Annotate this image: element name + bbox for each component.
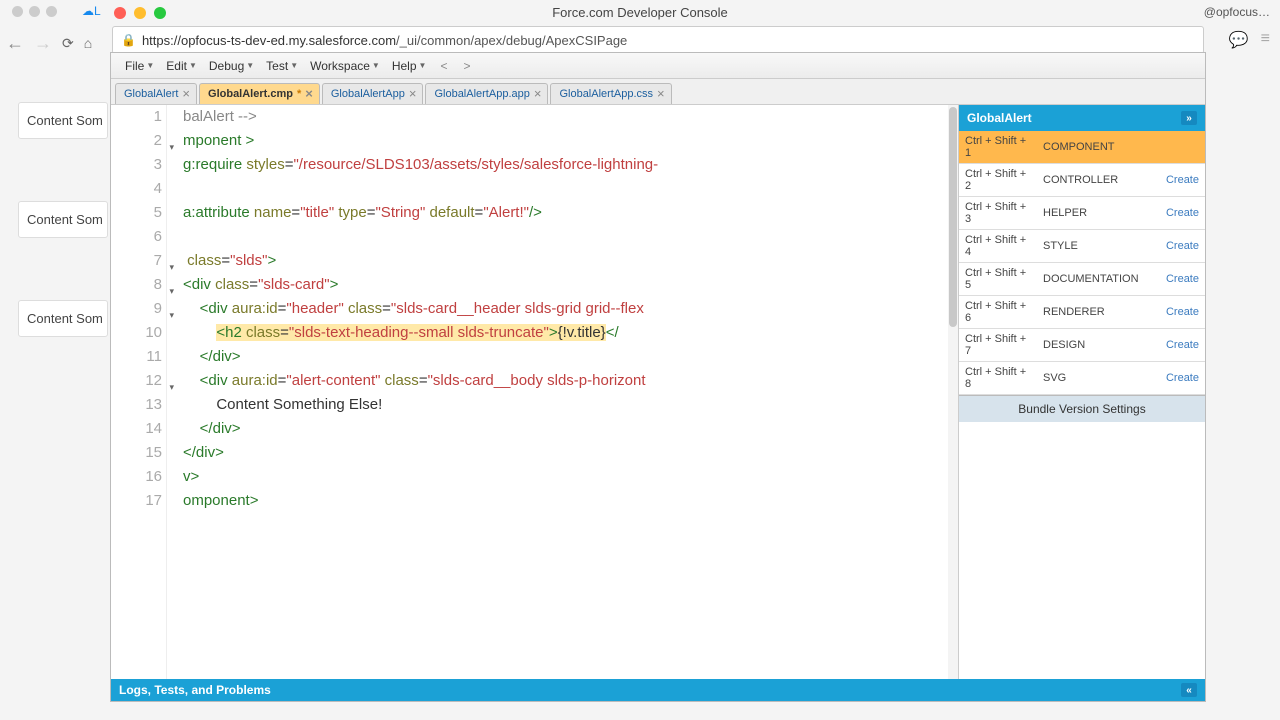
- sidebar-title: GlobalAlert: [967, 111, 1032, 125]
- background-cards: Content Som Content Som Content Som: [18, 102, 108, 399]
- tab-globalalertapp-css[interactable]: GlobalAlertApp.css×: [550, 83, 671, 104]
- scroll-thumb[interactable]: [949, 107, 957, 327]
- bundle-row[interactable]: Ctrl + Shift + 3HELPERCreate: [959, 197, 1205, 230]
- lock-icon: 🔒: [121, 33, 136, 47]
- bundle-row[interactable]: Ctrl + Shift + 8SVGCreate: [959, 362, 1205, 395]
- chat-icon[interactable]: 💬: [1229, 30, 1249, 50]
- bundle-row[interactable]: Ctrl + Shift + 7DESIGNCreate: [959, 329, 1205, 362]
- scrollbar-vertical[interactable]: [948, 105, 958, 679]
- bundle-row[interactable]: Ctrl + Shift + 1COMPONENT: [959, 131, 1205, 164]
- close-icon[interactable]: ×: [305, 89, 313, 99]
- browser-tab-right[interactable]: @opfocus…: [1204, 5, 1270, 19]
- dirty-indicator: *: [297, 88, 301, 100]
- home-button[interactable]: ⌂: [84, 35, 92, 51]
- create-link[interactable]: Create: [1160, 329, 1205, 362]
- address-bar[interactable]: 🔒 https://opfocus-ts-dev-ed.my.salesforc…: [112, 26, 1204, 54]
- code-editor[interactable]: 12▾34567▾8▾9▾101112▾1314151617 balAlert …: [111, 105, 959, 679]
- window-traffic-lights[interactable]: [114, 7, 166, 19]
- bundle-row[interactable]: Ctrl + Shift + 5DOCUMENTATIONCreate: [959, 263, 1205, 296]
- create-link[interactable]: Create: [1160, 263, 1205, 296]
- bg-card: Content Som: [18, 300, 108, 337]
- nav-prev[interactable]: <: [432, 59, 455, 73]
- minimize-window-icon[interactable]: [134, 7, 146, 19]
- fold-icon[interactable]: ▾: [169, 279, 174, 303]
- forward-button[interactable]: →: [34, 33, 52, 54]
- close-window-icon[interactable]: [114, 7, 126, 19]
- tab-globalalertapp[interactable]: GlobalAlertApp×: [322, 83, 424, 104]
- url-path: /_ui/common/apex/debug/ApexCSIPage: [396, 33, 627, 48]
- create-link[interactable]: Create: [1160, 164, 1205, 197]
- menu-icon[interactable]: ≡: [1261, 30, 1270, 50]
- window-title: Force.com Developer Console: [0, 5, 1280, 20]
- expand-icon[interactable]: «: [1181, 683, 1197, 697]
- menu-help[interactable]: Help▼: [386, 59, 433, 73]
- menu-edit[interactable]: Edit▼: [160, 59, 203, 73]
- reload-button[interactable]: ⟳: [62, 35, 74, 52]
- url-host: https://opfocus-ts-dev-ed.my.salesforce.…: [142, 33, 396, 48]
- bundle-table: Ctrl + Shift + 1COMPONENTCtrl + Shift + …: [959, 131, 1205, 395]
- bundle-row[interactable]: Ctrl + Shift + 6RENDERERCreate: [959, 296, 1205, 329]
- sidebar-header: GlobalAlert »: [959, 105, 1205, 131]
- tab-globalalert-cmp[interactable]: GlobalAlert.cmp *×: [199, 83, 320, 104]
- create-link[interactable]: Create: [1160, 230, 1205, 263]
- menu-workspace[interactable]: Workspace▼: [304, 59, 386, 73]
- collapse-icon[interactable]: »: [1181, 111, 1197, 125]
- create-link: [1160, 131, 1205, 164]
- create-link[interactable]: Create: [1160, 296, 1205, 329]
- bottom-label: Logs, Tests, and Problems: [119, 683, 271, 697]
- browser-right-icons: 💬 ≡: [1229, 30, 1270, 50]
- bundle-row[interactable]: Ctrl + Shift + 4STYLECreate: [959, 230, 1205, 263]
- back-button[interactable]: ←: [6, 33, 24, 54]
- bundle-sidebar: GlobalAlert » Ctrl + Shift + 1COMPONENTC…: [959, 105, 1205, 679]
- bottom-panel-bar[interactable]: Logs, Tests, and Problems «: [111, 679, 1205, 701]
- nav-next[interactable]: >: [455, 59, 478, 73]
- menu-file[interactable]: File▼: [119, 59, 160, 73]
- maximize-window-icon[interactable]: [154, 7, 166, 19]
- close-icon[interactable]: ×: [182, 89, 190, 99]
- bg-card: Content Som: [18, 102, 108, 139]
- close-icon[interactable]: ×: [409, 89, 417, 99]
- fold-icon[interactable]: ▾: [169, 135, 174, 159]
- tab-globalalertapp-app[interactable]: GlobalAlertApp.app×: [425, 83, 548, 104]
- fold-icon[interactable]: ▾: [169, 303, 174, 327]
- bundle-version-settings[interactable]: Bundle Version Settings: [959, 395, 1205, 422]
- code-content[interactable]: balAlert -->mponent >g:require styles="/…: [167, 105, 958, 679]
- menubar: File▼ Edit▼ Debug▼ Test▼ Workspace▼ Help…: [111, 53, 1205, 79]
- create-link[interactable]: Create: [1160, 362, 1205, 395]
- close-icon[interactable]: ×: [534, 89, 542, 99]
- bundle-row[interactable]: Ctrl + Shift + 2CONTROLLERCreate: [959, 164, 1205, 197]
- tab-globalalert[interactable]: GlobalAlert×: [115, 83, 197, 104]
- bg-card: Content Som: [18, 201, 108, 238]
- fold-icon[interactable]: ▾: [169, 375, 174, 399]
- close-icon[interactable]: ×: [657, 89, 665, 99]
- create-link[interactable]: Create: [1160, 197, 1205, 230]
- menu-test[interactable]: Test▼: [260, 59, 304, 73]
- fold-icon[interactable]: ▾: [169, 255, 174, 279]
- line-gutter: 12▾34567▾8▾9▾101112▾1314151617: [111, 105, 167, 679]
- file-tabs: GlobalAlert× GlobalAlert.cmp *× GlobalAl…: [111, 79, 1205, 105]
- menu-debug[interactable]: Debug▼: [203, 59, 260, 73]
- developer-console: File▼ Edit▼ Debug▼ Test▼ Workspace▼ Help…: [110, 52, 1206, 702]
